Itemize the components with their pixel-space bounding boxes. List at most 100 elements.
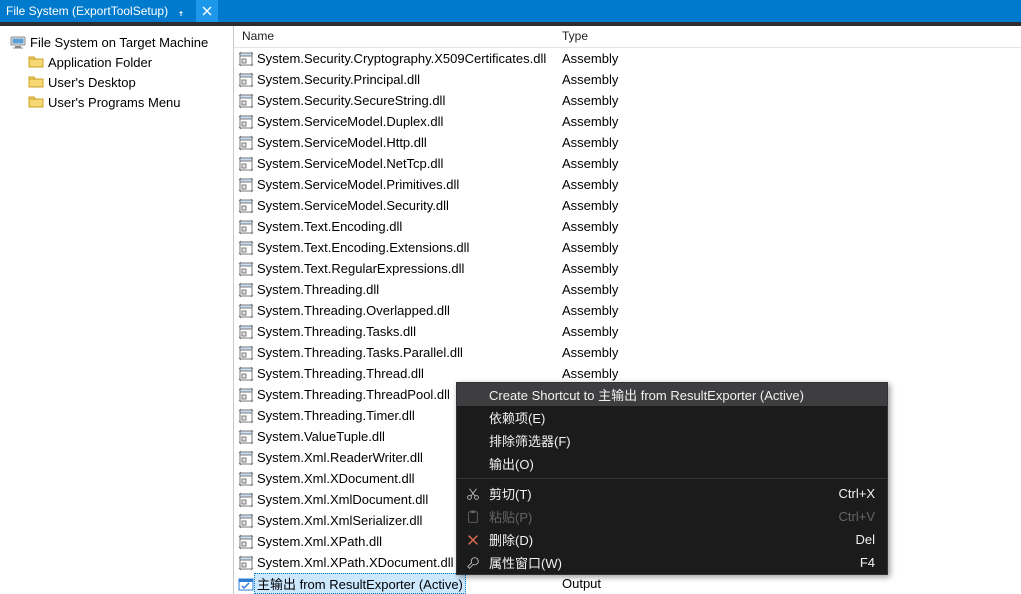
assembly-icon xyxy=(238,114,254,130)
assembly-icon xyxy=(238,387,254,403)
col-name[interactable]: Name xyxy=(234,26,554,47)
menu-item[interactable]: 删除(D)Del xyxy=(457,528,887,551)
file-row[interactable]: System.Security.Cryptography.X509Certifi… xyxy=(234,48,1021,69)
tree-item-label: Application Folder xyxy=(48,55,152,70)
titlebar: File System (ExportToolSetup) xyxy=(0,0,1021,22)
assembly-icon xyxy=(238,93,254,109)
tree-item[interactable]: User's Desktop xyxy=(6,72,233,92)
assembly-icon xyxy=(238,177,254,193)
cell-name: System.ServiceModel.Security.dll xyxy=(234,198,554,214)
cell-name: System.Threading.Overlapped.dll xyxy=(234,303,554,319)
cell-type: Assembly xyxy=(554,51,1021,66)
file-name: System.Security.Cryptography.X509Certifi… xyxy=(257,51,546,66)
file-row[interactable]: System.Text.Encoding.Extensions.dll Assem… xyxy=(234,237,1021,258)
menu-separator xyxy=(457,478,887,479)
file-name: System.Threading.Tasks.dll xyxy=(257,324,416,339)
file-row[interactable]: System.ServiceModel.NetTcp.dll Assembly xyxy=(234,153,1021,174)
tree-item[interactable]: User's Programs Menu xyxy=(6,92,233,112)
file-row[interactable]: System.Threading.dllAssembly xyxy=(234,279,1021,300)
cell-type: Assembly xyxy=(554,240,1021,255)
file-name: System.ServiceModel.Security.dll xyxy=(257,198,449,213)
cut-icon xyxy=(465,486,481,502)
titlebar-tab[interactable]: File System (ExportToolSetup) xyxy=(0,4,196,18)
file-name: System.ServiceModel.Http.dll xyxy=(257,135,427,150)
menu-item-label: 剪切(T) xyxy=(489,484,532,503)
file-row[interactable]: System.Text.Encoding.dllAssembly xyxy=(234,216,1021,237)
file-name: System.Xml.XmlDocument.dll xyxy=(257,492,428,507)
cell-type: Assembly xyxy=(554,303,1021,318)
cell-type: Assembly xyxy=(554,93,1021,108)
cell-name: System.ServiceModel.NetTcp.dll xyxy=(234,156,554,172)
cell-type: Assembly xyxy=(554,345,1021,360)
tree-item[interactable]: Application Folder xyxy=(6,52,233,72)
file-name: System.Xml.ReaderWriter.dll xyxy=(257,450,423,465)
cell-type: Assembly xyxy=(554,366,1021,381)
menu-item-shortcut: Del xyxy=(855,532,875,547)
cell-name: System.ServiceModel.Duplex.dll xyxy=(234,114,554,130)
cell-type: Assembly xyxy=(554,282,1021,297)
assembly-icon xyxy=(238,555,254,571)
delete-icon xyxy=(465,532,481,548)
assembly-icon xyxy=(238,471,254,487)
file-name: System.Text.Encoding.Extensions.dll xyxy=(257,240,469,255)
assembly-icon xyxy=(238,135,254,151)
file-name: System.Threading.Thread.dll xyxy=(257,366,424,381)
file-row[interactable]: System.Text.RegularExpressions.dllAssemb… xyxy=(234,258,1021,279)
assembly-icon xyxy=(238,324,254,340)
assembly-icon xyxy=(238,51,254,67)
wrench-icon xyxy=(465,555,481,571)
tree-root[interactable]: File System on Target Machine xyxy=(6,32,233,52)
file-name: System.Threading.ThreadPool.dll xyxy=(257,387,450,402)
column-header: Name Type xyxy=(234,26,1021,48)
cell-type: Assembly xyxy=(554,156,1021,171)
file-row[interactable]: System.ServiceModel.Http.dllAssembly xyxy=(234,132,1021,153)
menu-item[interactable]: 依赖项(E) xyxy=(457,406,887,429)
menu-item-shortcut: Ctrl+X xyxy=(839,486,875,501)
menu-item-label: 属性窗口(W) xyxy=(489,553,562,572)
cell-name: 主输出 from ResultExporter (Active) xyxy=(234,573,554,594)
file-row[interactable]: System.ServiceModel.Duplex.dllAssembly xyxy=(234,111,1021,132)
file-name: System.Security.SecureString.dll xyxy=(257,93,445,108)
context-menu: Create Shortcut to 主输出 from ResultExport… xyxy=(456,382,888,575)
file-row[interactable]: System.ServiceModel.Security.dllAssembly xyxy=(234,195,1021,216)
file-name: System.ServiceModel.NetTcp.dll xyxy=(257,156,443,171)
titlebar-title: File System (ExportToolSetup) xyxy=(6,4,168,18)
assembly-icon xyxy=(238,198,254,214)
file-row[interactable]: System.Security.SecureString.dll Assembly xyxy=(234,90,1021,111)
paste-icon xyxy=(465,509,481,525)
machine-icon xyxy=(10,34,26,50)
assembly-icon xyxy=(238,534,254,550)
file-name: System.Threading.Tasks.Parallel.dll xyxy=(257,345,463,360)
cell-name: System.ServiceModel.Http.dll xyxy=(234,135,554,151)
menu-item[interactable]: 输出(O) xyxy=(457,452,887,475)
assembly-icon xyxy=(238,492,254,508)
menu-item-label: Create Shortcut to 主输出 from ResultExport… xyxy=(489,385,804,404)
file-name: System.Text.Encoding.dll xyxy=(257,219,402,234)
close-button[interactable] xyxy=(196,0,218,22)
menu-item-shortcut: Ctrl+V xyxy=(839,509,875,524)
menu-item[interactable]: 剪切(T) Ctrl+X xyxy=(457,482,887,505)
file-row[interactable]: System.Threading.Thread.dll Assembly xyxy=(234,363,1021,384)
file-row[interactable]: System.Security.Principal.dllAssembly xyxy=(234,69,1021,90)
folder-icon xyxy=(28,54,44,70)
assembly-icon xyxy=(238,429,254,445)
file-name: System.Threading.Timer.dll xyxy=(257,408,415,423)
col-type[interactable]: Type xyxy=(554,26,1021,47)
menu-item-label: 粘贴(P) xyxy=(489,507,532,526)
menu-item-label: 依赖项(E) xyxy=(489,408,545,427)
file-row[interactable]: 主输出 from ResultExporter (Active)Output xyxy=(234,573,1021,594)
assembly-icon xyxy=(238,219,254,235)
folder-icon xyxy=(28,94,44,110)
menu-item[interactable]: 排除筛选器(F) xyxy=(457,429,887,452)
pin-icon[interactable] xyxy=(176,6,186,16)
file-name: 主输出 from ResultExporter (Active) xyxy=(254,573,466,594)
file-row[interactable]: System.Threading.Tasks.Parallel.dll Assem… xyxy=(234,342,1021,363)
cell-type: Assembly xyxy=(554,72,1021,87)
file-row[interactable]: System.ServiceModel.Primitives.dllAssemb… xyxy=(234,174,1021,195)
cell-name: System.Threading.Tasks.Parallel.dll xyxy=(234,345,554,361)
file-row[interactable]: System.Threading.Tasks.dllAssembly xyxy=(234,321,1021,342)
menu-item[interactable]: 属性窗口(W)F4 xyxy=(457,551,887,574)
file-name: System.Xml.XDocument.dll xyxy=(257,471,415,486)
file-row[interactable]: System.Threading.Overlapped.dllAssembly xyxy=(234,300,1021,321)
menu-item[interactable]: Create Shortcut to 主输出 from ResultExport… xyxy=(457,383,887,406)
